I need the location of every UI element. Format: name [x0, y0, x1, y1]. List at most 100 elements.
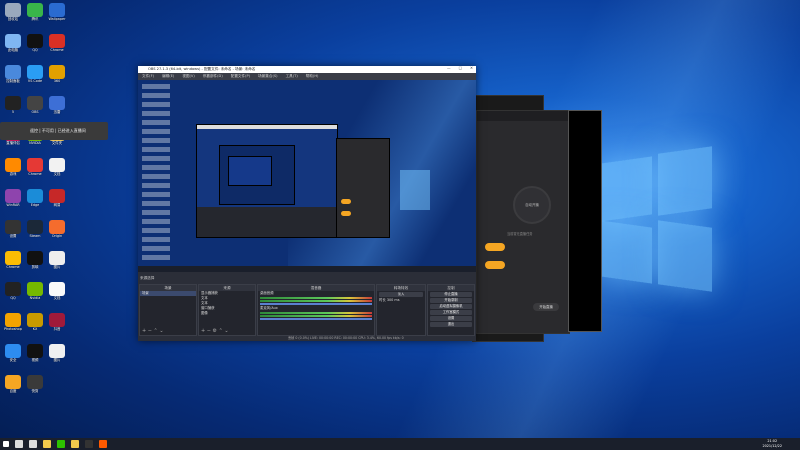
volume-slider[interactable] [260, 303, 372, 305]
app-icon [5, 313, 21, 327]
desktop-icon[interactable]: 图片 [46, 344, 68, 366]
menu-edit[interactable]: 编辑(E) [162, 74, 174, 79]
sources-panel[interactable]: 来源 显示器捕获 文本 文本 窗口捕获 图像 + − ⚙ ⌃ ⌄ [198, 284, 256, 336]
desktop-icon[interactable]: 360 [46, 65, 68, 87]
black-preview-window[interactable] [568, 110, 602, 332]
controls-header: 控制 [428, 285, 474, 291]
app-icon [5, 34, 21, 48]
desktop-icon[interactable]: 百度 [2, 375, 24, 397]
desktop-icon[interactable]: WinRAR [2, 189, 24, 211]
desktop-icon[interactable]: 安全 [2, 344, 24, 366]
desktop-icon[interactable]: 腾讯 [24, 3, 46, 25]
desktop-icon[interactable]: Chrome [2, 251, 24, 273]
windows-logo-wallpaper [600, 146, 712, 292]
virtual-camera-button[interactable]: 启动虚拟摄像机 [430, 304, 472, 309]
mixer-panel[interactable]: 混音器 桌面音频 麦克风/Aux [257, 284, 375, 336]
maximize-button[interactable]: □ [459, 66, 462, 70]
desktop-icon[interactable]: Edge [24, 189, 46, 211]
scenes-footer-buttons[interactable]: + − ⌃ ⌄ [142, 328, 164, 334]
search-icon[interactable] [15, 440, 23, 448]
menu-scene-collection[interactable]: 场景集合(S) [258, 74, 277, 79]
desktop-icon-label: Origin [51, 234, 63, 238]
desktop-icon[interactable]: 剪映 [24, 251, 46, 273]
obs-titlebar: OBS 27.1.3 (64-bit, windows) - 配置文件: 未命名… [138, 66, 476, 73]
scenes-panel[interactable]: 场景 场景 + − ⌃ ⌄ [139, 284, 197, 336]
desktop-icon[interactable]: Wallpaper [46, 3, 68, 25]
menu-profile[interactable]: 配置文件(P) [231, 74, 250, 79]
task-view-icon[interactable] [29, 440, 37, 448]
obs-window[interactable]: OBS 27.1.3 (64-bit, windows) - 配置文件: 未命名… [138, 66, 476, 341]
desktop-icon[interactable]: Chrome [24, 158, 46, 180]
start-recording-button[interactable]: 开始录制 [430, 298, 472, 303]
desktop-icon[interactable]: 5 [2, 96, 24, 118]
desktop-icon[interactable]: Chrome [46, 34, 68, 56]
scene-item[interactable]: 场景 [140, 291, 196, 296]
menu-help[interactable]: 帮助(H) [306, 74, 319, 79]
desktop-icon[interactable]: Photoshop [2, 313, 24, 335]
nested-preview-1 [196, 124, 338, 238]
desktop-icon[interactable]: 游戏 [2, 158, 24, 180]
desktop-icon[interactable]: 回收站 [2, 3, 24, 25]
orange-pill-1[interactable] [485, 243, 505, 251]
minimize-button[interactable]: — [447, 66, 451, 70]
transition-select[interactable]: 淡入 [379, 292, 423, 297]
desktop-icon[interactable]: Nvidia [24, 282, 46, 304]
exit-button[interactable]: 退出 [430, 322, 472, 327]
desktop-icon[interactable]: 迅雷 [46, 96, 68, 118]
desktop-icon[interactable]: 设置 [2, 220, 24, 242]
menu-docks[interactable]: 停靠部件(D) [203, 74, 223, 79]
desktop-icon[interactable]: 快剪 [24, 375, 46, 397]
sources-footer-buttons[interactable]: + − ⚙ ⌃ ⌄ [201, 328, 229, 334]
desktop-icon[interactable]: QQ [24, 34, 46, 56]
live-app-window[interactable]: 自动开播 当前暂无直播任务 开始直播 [476, 110, 570, 334]
desktop-icon[interactable]: QQ [2, 282, 24, 304]
menu-view[interactable]: 视图(V) [182, 74, 194, 79]
explorer-icon[interactable] [71, 440, 79, 448]
desktop-tooltip: 遥控 | 不可用 | 已经进入直播间 [0, 122, 108, 140]
desktop-icon[interactable]: Origin [46, 220, 68, 242]
transitions-panel[interactable]: 转场特效 淡入 时长 300 ms [376, 284, 426, 336]
source-item[interactable]: 图像 [199, 311, 255, 316]
start-icon[interactable] [3, 441, 9, 447]
live-icon[interactable] [99, 440, 107, 448]
studio-mode-button[interactable]: 工作室模式 [430, 310, 472, 315]
desktop-icon-label: KX [32, 327, 38, 331]
desktop-icon[interactable]: 控制面板 [2, 65, 24, 87]
desktop-icon-label: 迅雷 [53, 110, 61, 114]
menu-tools[interactable]: 工具(T) [286, 74, 298, 79]
live-app-toolbar [477, 111, 569, 121]
start-live-button[interactable]: 开始直播 [533, 303, 559, 311]
desktop-icon[interactable]: 抖音 [46, 313, 68, 335]
desktop-icon-label: 文档 [53, 296, 61, 300]
taskbar: 21:02 2021/12/22 [0, 438, 800, 450]
desktop-icon[interactable]: 网易 [46, 189, 68, 211]
kuaishou-icon[interactable] [43, 440, 51, 448]
taskbar-clock[interactable]: 21:02 2021/12/22 [762, 439, 782, 448]
desktop-icon[interactable]: OBS [24, 96, 46, 118]
controls-panel[interactable]: 控制 停止直播 开始录制 启动虚拟摄像机 工作室模式 设置 退出 [427, 284, 475, 336]
stop-streaming-button[interactable]: 停止直播 [430, 292, 472, 297]
close-button[interactable]: ✕ [470, 66, 473, 70]
desktop-icon-label: 剪映 [31, 265, 39, 269]
obs-icon[interactable] [85, 440, 93, 448]
desktop-icon[interactable]: KX [24, 313, 46, 335]
duration-value[interactable]: 300 ms [387, 298, 400, 302]
desktop-icon[interactable]: Steam [24, 220, 46, 242]
desktop-icon[interactable]: 文档 [46, 158, 68, 180]
orange-pill-2[interactable] [485, 261, 505, 269]
desktop-icon[interactable]: 文档 [46, 282, 68, 304]
desktop-icon[interactable]: 图片 [46, 251, 68, 273]
settings-button[interactable]: 设置 [430, 316, 472, 321]
desktop-icon[interactable]: 此电脑 [2, 34, 24, 56]
wechat-icon[interactable] [57, 440, 65, 448]
desktop-icon[interactable]: 视频 [24, 344, 46, 366]
app-icon [5, 344, 21, 358]
nested-preview-2 [219, 145, 295, 205]
desktop-icon-label: WinRAR [6, 203, 20, 207]
volume-slider[interactable] [260, 318, 372, 320]
obs-preview-canvas[interactable] [138, 80, 476, 272]
desktop-icon[interactable]: VS Code [24, 65, 46, 87]
auto-start-circle[interactable]: 自动开播 [513, 186, 551, 224]
menu-file[interactable]: 文件(F) [142, 74, 154, 79]
app-icon [49, 34, 65, 48]
